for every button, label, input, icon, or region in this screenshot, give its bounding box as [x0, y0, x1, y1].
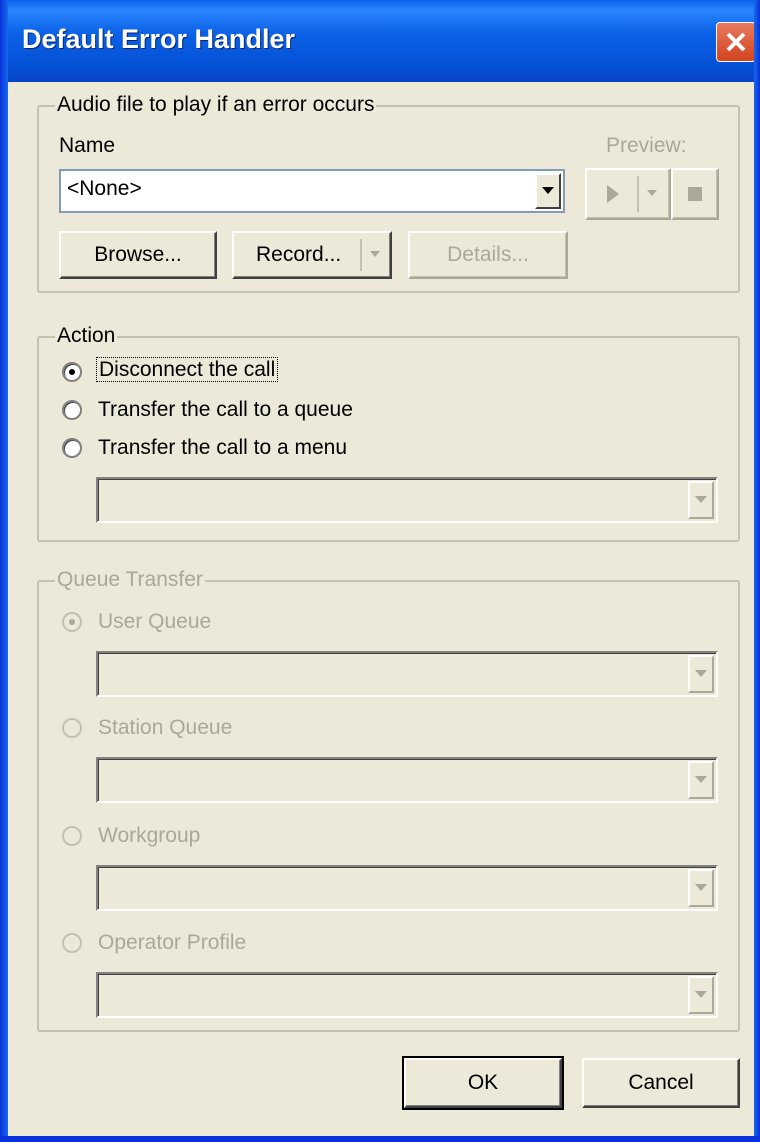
radio-label-transfer-queue[interactable]: Transfer the call to a queue	[98, 398, 353, 422]
audio-name-combo[interactable]: <None>	[59, 169, 565, 213]
play-icon	[607, 185, 619, 203]
split-divider	[637, 176, 639, 212]
radio-label-user-queue[interactable]: User Queue	[98, 610, 211, 634]
chevron-down-icon	[542, 187, 554, 194]
preview-stop-button[interactable]	[671, 168, 719, 220]
close-icon	[726, 32, 746, 52]
radio-disconnect[interactable]	[62, 362, 82, 382]
action-group-title: Action	[55, 324, 118, 348]
chevron-down-icon	[695, 496, 707, 503]
preview-label: Preview:	[606, 134, 687, 157]
record-button-label: Record...	[256, 243, 342, 266]
user-queue-combo[interactable]	[96, 651, 718, 697]
stop-icon	[688, 187, 702, 201]
radio-label-transfer-menu[interactable]: Transfer the call to a menu	[98, 436, 347, 460]
menu-combo[interactable]	[96, 477, 718, 523]
cancel-button[interactable]: Cancel	[582, 1058, 740, 1108]
cancel-button-label: Cancel	[628, 1071, 694, 1094]
split-divider	[360, 239, 362, 271]
window-frame-bottom	[0, 1136, 760, 1142]
window-frame-right	[754, 0, 760, 1142]
radio-transfer-queue[interactable]	[62, 400, 82, 420]
radio-label-operator-profile[interactable]: Operator Profile	[98, 931, 246, 955]
ok-button-label: OK	[467, 1071, 499, 1094]
radio-workgroup[interactable]	[62, 826, 82, 846]
station-queue-dropdown-button[interactable]	[688, 761, 714, 799]
radio-label-workgroup[interactable]: Workgroup	[98, 824, 200, 848]
radio-label-station-queue[interactable]: Station Queue	[98, 716, 232, 740]
radio-operator-profile[interactable]	[62, 933, 82, 953]
user-queue-dropdown-button[interactable]	[688, 655, 714, 693]
chevron-down-icon	[370, 251, 380, 257]
chevron-down-icon	[695, 670, 707, 677]
radio-station-queue[interactable]	[62, 718, 82, 738]
operator-profile-dropdown-button[interactable]	[688, 976, 714, 1014]
browse-button[interactable]: Browse...	[59, 231, 217, 279]
radio-dot	[69, 369, 75, 375]
details-button[interactable]: Details...	[408, 231, 568, 279]
record-button[interactable]: Record...	[232, 231, 392, 279]
chevron-down-icon	[695, 991, 707, 998]
menu-dropdown-button[interactable]	[688, 481, 714, 519]
audio-name-value: <None>	[67, 177, 142, 200]
operator-profile-combo[interactable]	[96, 972, 718, 1018]
details-button-label: Details...	[447, 243, 529, 266]
workgroup-combo[interactable]	[96, 865, 718, 911]
preview-play-button[interactable]	[585, 168, 671, 220]
chevron-down-icon	[695, 884, 707, 891]
window-frame-left	[0, 0, 8, 1142]
close-button[interactable]	[716, 22, 756, 62]
title-bar[interactable]: Default Error Handler	[0, 0, 760, 82]
workgroup-dropdown-button[interactable]	[688, 869, 714, 907]
radio-transfer-menu[interactable]	[62, 438, 82, 458]
chevron-down-icon	[695, 776, 707, 783]
window-title: Default Error Handler	[22, 24, 296, 54]
radio-dot	[69, 619, 75, 625]
audio-name-dropdown-button[interactable]	[535, 173, 561, 209]
radio-label-disconnect[interactable]: Disconnect the call	[96, 357, 279, 382]
chevron-down-icon	[647, 190, 657, 196]
name-label: Name	[59, 134, 116, 157]
radio-user-queue[interactable]	[62, 612, 82, 632]
queue-transfer-group	[37, 580, 740, 1032]
queue-transfer-title: Queue Transfer	[55, 568, 205, 592]
ok-button[interactable]: OK	[402, 1056, 564, 1110]
audio-group-title: Audio file to play if an error occurs	[55, 93, 377, 117]
station-queue-combo[interactable]	[96, 757, 718, 803]
browse-button-label: Browse...	[94, 243, 182, 266]
